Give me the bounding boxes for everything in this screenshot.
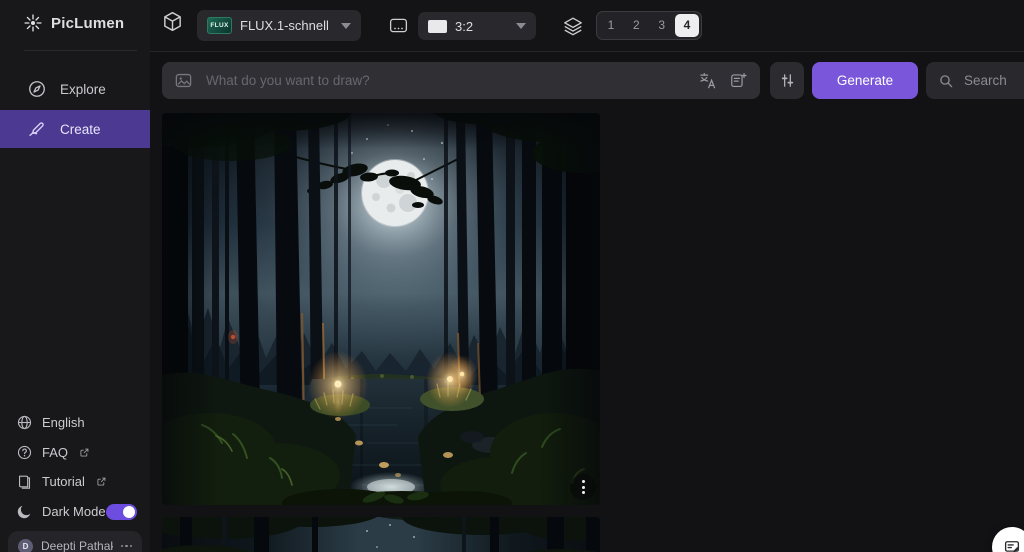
prompt-input[interactable]	[204, 72, 687, 89]
image-kebab-menu-icon[interactable]	[570, 474, 596, 500]
feedback-button[interactable]	[992, 527, 1024, 552]
ellipsis-icon[interactable]	[120, 544, 132, 548]
avatar: D	[18, 538, 33, 552]
ratio-thumb-icon	[428, 19, 447, 33]
count-option-4-selected[interactable]: 4	[674, 14, 699, 37]
external-link-icon	[96, 476, 107, 487]
prompt-bar	[162, 62, 760, 99]
image-count-selector: 1 2 3 4	[596, 11, 702, 40]
logo-text: PicLumen	[51, 14, 125, 32]
faq-link[interactable]: FAQ	[0, 437, 150, 467]
count-option-3[interactable]: 3	[650, 14, 674, 37]
help-icon	[16, 444, 33, 461]
user-name: Deepti Pathak	[41, 539, 113, 552]
dark-mode-toggle[interactable]	[106, 504, 137, 520]
language-selector[interactable]: English	[0, 407, 150, 437]
model-selector[interactable]: FLUX FLUX.1-schnell	[197, 10, 361, 41]
count-option-2[interactable]: 2	[624, 14, 648, 37]
book-icon	[16, 473, 33, 490]
sidebar-divider	[24, 50, 137, 51]
model-name: FLUX.1-schnell	[240, 18, 329, 33]
user-account-row[interactable]: D Deepti Pathak	[8, 531, 142, 552]
sidebar-item-explore[interactable]: Explore	[0, 70, 150, 108]
prompt-notes-icon[interactable]	[729, 71, 748, 90]
app-logo[interactable]: PicLumen	[23, 13, 124, 33]
search-box	[926, 62, 1024, 99]
cube-icon	[161, 10, 184, 33]
sidebar-item-label: Explore	[60, 81, 106, 97]
image-icon[interactable]	[174, 71, 193, 90]
count-option-1[interactable]: 1	[599, 14, 623, 37]
sidebar: PicLumen Explore Create English FAQ Tuto…	[0, 0, 150, 552]
chevron-down-icon	[341, 22, 351, 29]
translate-icon[interactable]	[698, 71, 718, 91]
layers-icon	[562, 15, 584, 37]
generate-button[interactable]: Generate	[812, 62, 918, 99]
search-input[interactable]	[962, 72, 1024, 89]
pen-icon	[27, 119, 47, 139]
advanced-settings-button[interactable]	[770, 62, 804, 99]
globe-icon	[16, 414, 33, 431]
search-icon	[938, 73, 954, 89]
sidebar-item-label: Create	[60, 121, 101, 137]
faq-label: FAQ	[42, 444, 69, 460]
language-label: English	[42, 414, 85, 430]
sidebar-item-create[interactable]: Create	[0, 110, 150, 148]
main-content: Generate	[150, 52, 1024, 552]
tutorial-label: Tutorial	[42, 473, 85, 489]
starburst-logo-icon	[23, 13, 43, 33]
external-link-icon	[79, 447, 90, 458]
ratio-value: 3:2	[455, 18, 474, 34]
moon-icon	[16, 503, 33, 520]
feedback-icon	[1003, 538, 1021, 552]
aspect-frame-icon	[388, 15, 409, 36]
top-toolbar: FLUX FLUX.1-schnell 3:2 1 2 3 4	[150, 0, 1024, 52]
chevron-down-icon	[516, 23, 526, 29]
toggle-knob	[123, 506, 135, 518]
flux-badge: FLUX	[207, 17, 232, 34]
generated-image-2[interactable]	[162, 517, 600, 552]
generated-image-1[interactable]	[162, 113, 600, 505]
compass-icon	[27, 79, 47, 99]
aspect-ratio-selector[interactable]: 3:2	[418, 12, 536, 40]
piclumen-app: PicLumen Explore Create English FAQ Tuto…	[0, 0, 1024, 552]
dark-mode-label: Dark Mode	[42, 503, 106, 519]
tutorial-link[interactable]: Tutorial	[0, 466, 150, 496]
